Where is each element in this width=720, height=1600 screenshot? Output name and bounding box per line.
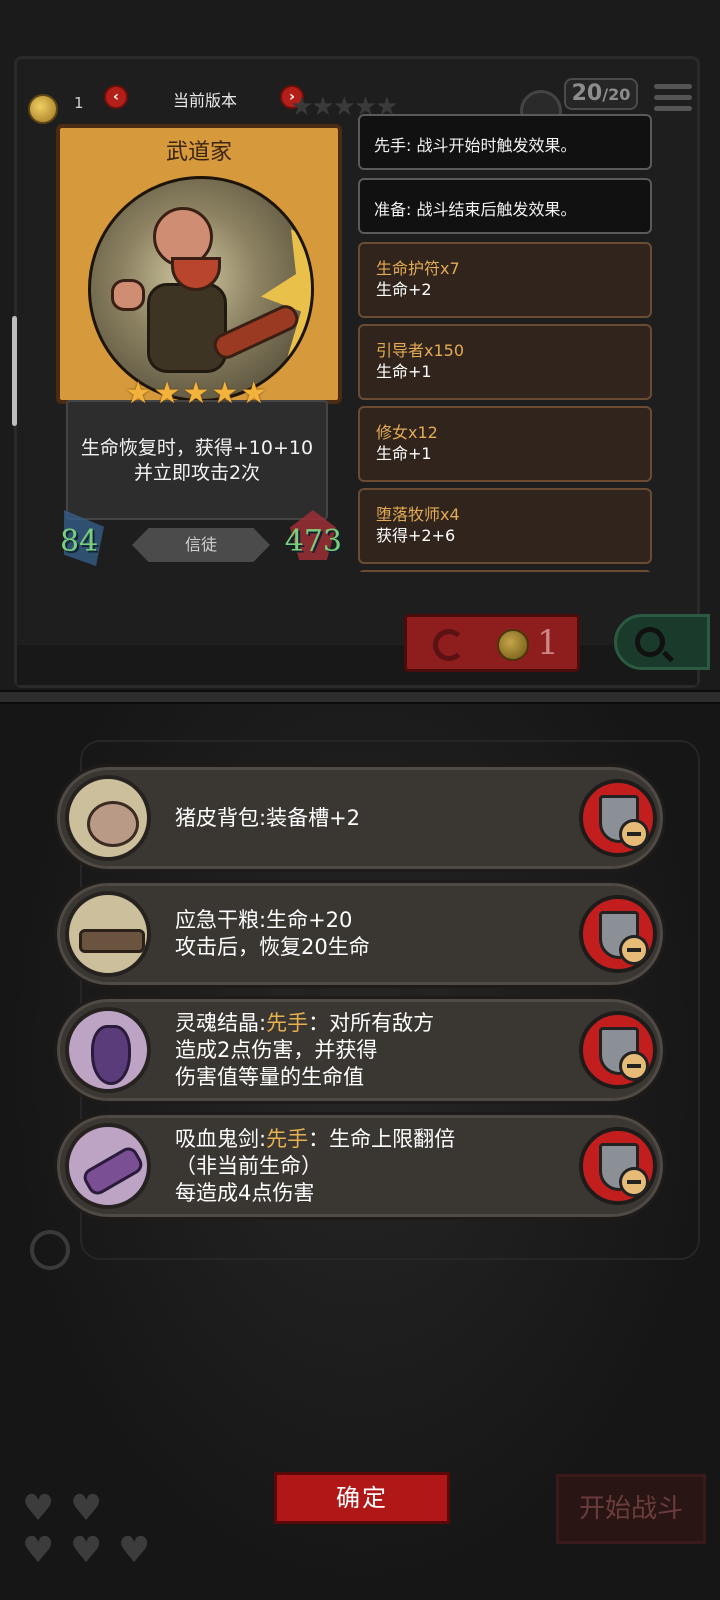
heart-icon: ♥ (22, 1530, 55, 1571)
minus-icon (619, 1167, 649, 1197)
level-counter: 20/20 (564, 78, 638, 110)
synergy-item-partial[interactable] (358, 570, 652, 572)
heart-icon: ♥ (118, 1530, 151, 1571)
menu-icon[interactable] (654, 84, 692, 118)
equipment-effect-line2: 攻击后，恢复20生命 (175, 935, 370, 959)
portrait-image (88, 176, 314, 402)
fighter-fist (111, 279, 145, 311)
minus-icon (619, 819, 649, 849)
coin-count: 1 (74, 94, 84, 112)
start-battle-button[interactable]: 开始战斗 (556, 1474, 706, 1544)
equipment-name: 应急干粮 (175, 908, 259, 932)
lightning-flash (261, 229, 311, 379)
scrollbar[interactable] (12, 316, 17, 426)
equipment-name: 灵魂结晶 (175, 1010, 259, 1035)
synergy-effect: 获得+2+6 (376, 526, 456, 545)
unit-card[interactable]: 武道家 生命恢复时，获得+10+10 并立即攻击2次 ★★★★★ 84 信徒 4… (54, 120, 346, 576)
prev-version-button[interactable]: ‹ (104, 85, 128, 109)
heart-icon: ♥ (70, 1488, 103, 1529)
keyword-first-strike: 先手 (266, 1126, 309, 1151)
equipment-name: 猪皮背包 (175, 805, 259, 830)
equipment-text: 灵魂结晶:先手：对所有敌方 造成2点伤害，并获得 伤害值等量的生命值 (175, 1010, 435, 1089)
synergy-name: 生命护符x7 (376, 259, 460, 278)
equipment-effect: ：对所有敌方 (308, 1010, 435, 1035)
equipment-row[interactable]: 应急干粮:生命+20 攻击后，恢复20生命 (54, 880, 666, 988)
fighter-body (147, 283, 227, 373)
refresh-cost: 1 (537, 623, 559, 663)
search-button[interactable] (614, 614, 710, 670)
equipment-effect: 生命+20 (266, 908, 353, 932)
equipment-effect-line2: 造成2点伤害，并获得 (175, 1037, 378, 1062)
level-current: 20 (571, 81, 603, 106)
keyword-first-strike: 先手: 战斗开始时触发效果。 (358, 114, 652, 170)
heart-icon: ♥ (22, 1488, 55, 1529)
synergy-list[interactable]: 先手: 战斗开始时触发效果。 准备: 战斗结束后触发效果。 生命护符x7 生命+… (358, 114, 654, 572)
remove-equipment-button[interactable] (579, 1127, 657, 1205)
card-desc-line2: 并立即攻击2次 (133, 462, 261, 484)
equipment-effect-line3: 每造成4点伤害 (175, 1180, 315, 1205)
level-max: /20 (602, 85, 631, 104)
synergy-name: 修女x12 (376, 423, 438, 442)
synergy-name: 引导者x150 (376, 341, 465, 360)
heart-icon: ♥ (70, 1530, 103, 1571)
version-label: 当前版本 (172, 91, 237, 110)
card-stats: 84 信徒 473 (54, 510, 346, 568)
synergy-effect: 生命+1 (376, 444, 432, 463)
divider (0, 690, 720, 704)
equipment-row[interactable]: 灵魂结晶:先手：对所有敌方 造成2点伤害，并获得 伤害值等量的生命值 (54, 996, 666, 1104)
equipment-text: 应急干粮:生命+20 攻击后，恢复20生命 (175, 908, 370, 959)
confirm-button[interactable]: 确定 (274, 1472, 450, 1524)
synergy-name: 堕落牧师x4 (376, 505, 460, 524)
lives-display: ♥ ♥ ♥ ♥ ♥ (22, 1488, 172, 1578)
card-frame: 武道家 (56, 124, 342, 404)
pig-backpack-icon (65, 775, 151, 861)
card-desc-line1: 生命恢复时，获得+10+10 (80, 437, 314, 459)
coin-icon (497, 629, 529, 661)
attack-value: 84 (60, 524, 99, 559)
card-description: 生命恢复时，获得+10+10 并立即攻击2次 (66, 400, 328, 520)
keyword-prepare: 准备: 战斗结束后触发效果。 (358, 178, 652, 234)
equipment-row[interactable]: 猪皮背包:装备槽+2 (54, 764, 666, 872)
equipment-effect-line3: 伤害值等量的生命值 (175, 1064, 364, 1089)
remove-equipment-button[interactable] (579, 1011, 657, 1089)
refresh-icon (433, 629, 465, 661)
vampire-sword-icon (65, 1123, 151, 1209)
equipment-text: 猪皮背包:装备槽+2 (175, 805, 361, 830)
synergy-effect: 生命+2 (376, 280, 432, 299)
synergy-effect: 生命+1 (376, 362, 432, 381)
minus-icon (619, 1051, 649, 1081)
equipment-effect-line2: （非当前生命） (175, 1153, 322, 1178)
ration-icon (65, 891, 151, 977)
card-title: 武道家 (165, 140, 232, 165)
card-stars: ★★★★★ (124, 376, 270, 411)
synergy-item[interactable]: 修女x12 生命+1 (358, 406, 652, 482)
remove-equipment-button[interactable] (579, 895, 657, 973)
version-selector: ‹ 当前版本 › (104, 85, 306, 111)
synergy-item[interactable]: 生命护符x7 生命+2 (358, 242, 652, 318)
class-tag: 信徒 (132, 528, 270, 562)
equipment-row[interactable]: 吸血鬼剑:先手：生命上限翻倍 （非当前生命） 每造成4点伤害 (54, 1112, 666, 1220)
keyword-first-strike: 先手 (266, 1010, 309, 1035)
soul-crystal-icon (65, 1007, 151, 1093)
equipment-text: 吸血鬼剑:先手：生命上限翻倍 （非当前生命） 每造成4点伤害 (175, 1126, 456, 1205)
synergy-item[interactable]: 堕落牧师x4 获得+2+6 (358, 488, 652, 564)
equipment-name: 吸血鬼剑 (175, 1126, 259, 1151)
equipment-effect: 装备槽+2 (266, 805, 361, 830)
health-value: 473 (284, 524, 342, 559)
search-icon (635, 627, 665, 657)
refresh-button[interactable]: 1 (404, 614, 580, 672)
remove-equipment-button[interactable] (579, 779, 657, 857)
synergy-item[interactable]: 引导者x150 生命+1 (358, 324, 652, 400)
equipment-effect: ：生命上限翻倍 (308, 1126, 456, 1151)
minus-icon (619, 935, 649, 965)
search-icon[interactable] (30, 1230, 70, 1270)
